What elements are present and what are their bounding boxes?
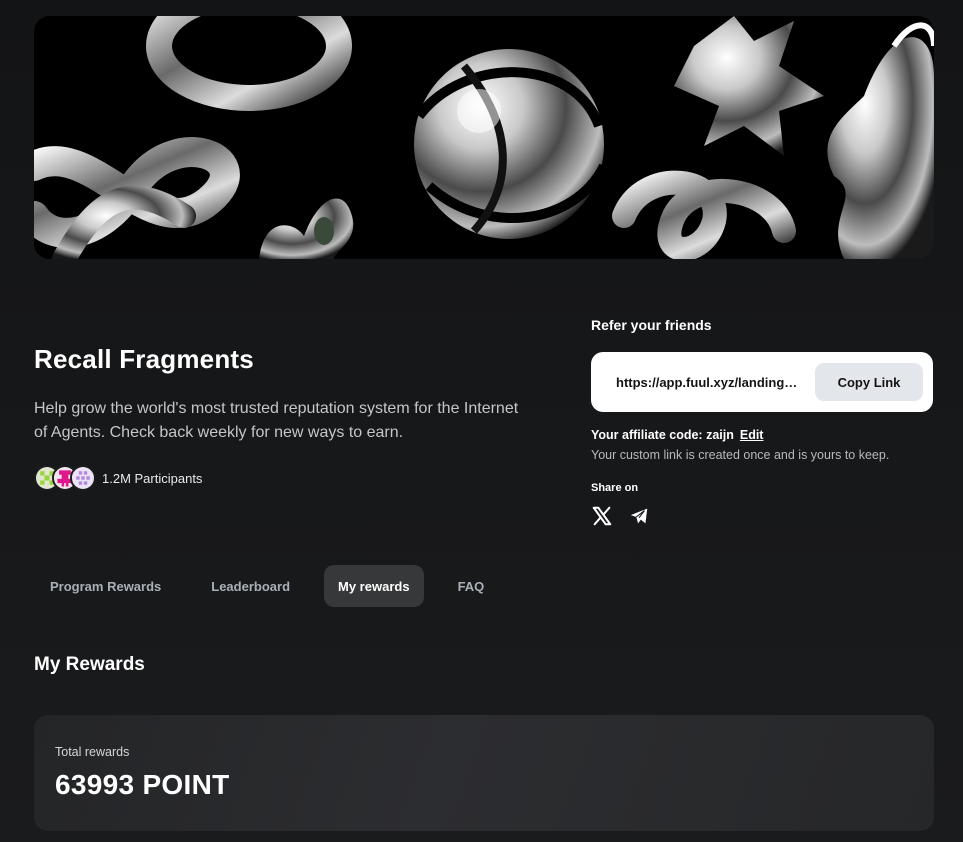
share-icons [591, 505, 650, 527]
total-rewards-card: Total rewards 63993 POINT [34, 715, 934, 831]
tab-program-rewards[interactable]: Program Rewards [34, 565, 177, 607]
participant-avatars [34, 465, 96, 491]
tab-my-rewards[interactable]: My rewards [324, 565, 424, 607]
edit-affiliate-link[interactable]: Edit [740, 428, 764, 442]
tab-faq[interactable]: FAQ [442, 565, 501, 607]
my-rewards-heading: My Rewards [34, 654, 145, 675]
page: Recall Fragments Help grow the world's m… [0, 0, 963, 842]
refer-title: Refer your friends [591, 317, 712, 333]
telegram-icon[interactable] [628, 505, 650, 527]
affiliate-code: Your affiliate code: zaijn Edit [591, 428, 763, 442]
program-title: Recall Fragments [34, 344, 254, 374]
tab-leaderboard[interactable]: Leaderboard [195, 565, 306, 607]
program-description: Help grow the world's most trusted reput… [34, 400, 519, 441]
participants-count: 1.2M Participants [102, 470, 203, 486]
participants-row: 1.2M Participants [34, 464, 202, 492]
share-label: Share on [591, 482, 639, 494]
x-icon[interactable] [591, 505, 613, 527]
referral-link[interactable]: https://app.fuul.xyz/landing/recall?refe… [616, 375, 798, 390]
total-rewards-label: Total rewards [55, 745, 130, 759]
copy-link-button[interactable]: Copy Link [815, 363, 923, 401]
program-tabs: Program Rewards Leaderboard My rewards F… [34, 565, 518, 607]
custom-link-note: Your custom link is created once and is … [591, 448, 890, 462]
total-rewards-value: 63993 POINT [55, 769, 230, 800]
affiliate-code-label: Your affiliate code: zaijn [591, 428, 734, 442]
banner-image [34, 16, 934, 259]
avatar [70, 465, 96, 491]
referral-link-box: https://app.fuul.xyz/landing/recall?refe… [591, 352, 933, 412]
